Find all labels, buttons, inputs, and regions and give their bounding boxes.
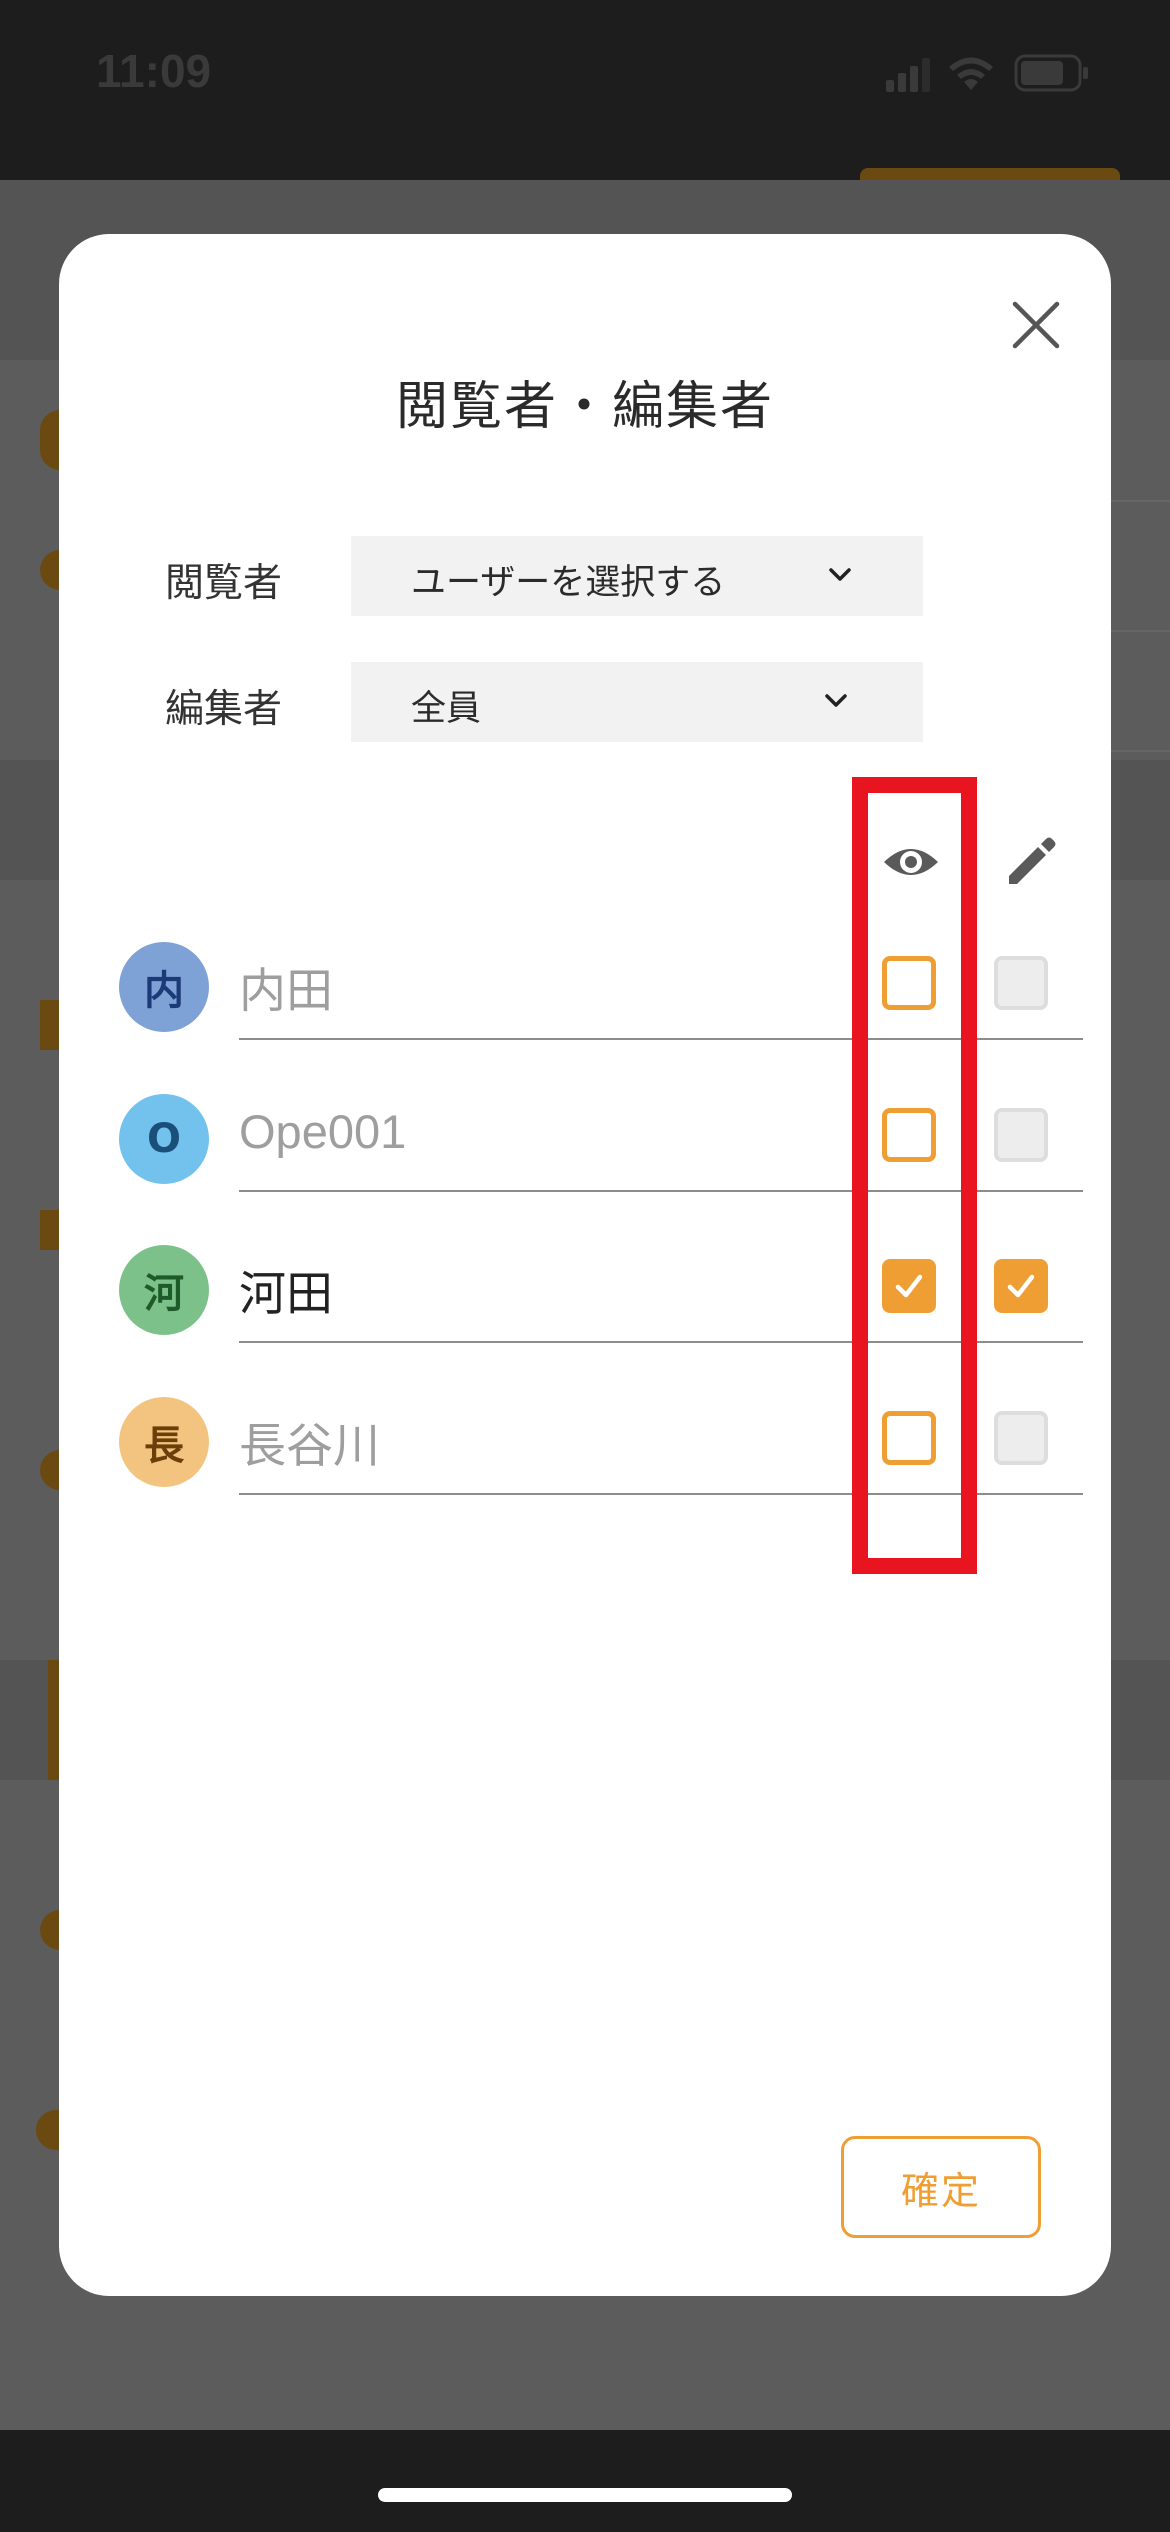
status-bar: 11:09 <box>0 0 1170 150</box>
viewer-label: 閲覧者 <box>165 561 283 606</box>
avatar: 長 <box>119 1397 209 1487</box>
home-indicator <box>378 2488 792 2502</box>
wifi-icon <box>949 57 993 90</box>
viewer-select-value: ユーザーを選択する <box>411 563 726 603</box>
modal-title: 閲覧者・編集者 <box>395 377 774 437</box>
editor-select-value: 全員 <box>411 689 482 729</box>
checkmark-icon <box>1007 1274 1035 1298</box>
chevron-down-icon <box>825 694 847 707</box>
avatar-initial: 河 <box>144 1271 184 1317</box>
background-icon <box>40 1910 60 1950</box>
avatar: O <box>119 1094 209 1184</box>
confirm-button[interactable]: 確定 <box>841 2136 1041 2238</box>
battery-icon <box>1014 54 1088 92</box>
background-icon <box>40 1210 60 1250</box>
background-accent-button <box>860 168 1120 180</box>
close-icon <box>1012 301 1060 349</box>
background-icon <box>36 2110 60 2150</box>
edit-checkbox[interactable] <box>994 1259 1048 1313</box>
background-icon <box>40 1000 60 1050</box>
editor-label: 編集者 <box>165 687 283 732</box>
avatar-initial: O <box>146 1116 181 1162</box>
background-icon <box>40 410 60 470</box>
background-divider <box>1111 750 1170 752</box>
cellular-signal-icon <box>886 58 930 92</box>
avatar: 河 <box>119 1245 209 1335</box>
chevron-down-icon <box>829 568 851 581</box>
user-name: Ope001 <box>239 1105 407 1158</box>
user-name: 内田 <box>239 964 333 1017</box>
avatar: 内 <box>119 942 209 1032</box>
avatar-initial: 内 <box>144 968 184 1014</box>
viewer-select[interactable]: ユーザーを選択する <box>351 536 923 616</box>
view-column-highlight <box>852 777 977 1574</box>
background-divider <box>1111 500 1170 502</box>
edit-checkbox[interactable] <box>994 1108 1048 1162</box>
user-name: 長谷川 <box>239 1419 380 1472</box>
status-icons <box>870 52 1170 102</box>
edit-checkbox[interactable] <box>994 1411 1048 1465</box>
close-button[interactable] <box>987 276 1085 374</box>
background-divider <box>1111 630 1170 632</box>
status-time: 11:09 <box>96 45 212 97</box>
background-icon <box>40 1450 60 1490</box>
background-icon <box>40 550 60 590</box>
avatar-initial: 長 <box>144 1423 184 1469</box>
user-name: 河田 <box>239 1267 333 1320</box>
edit-checkbox[interactable] <box>994 956 1048 1010</box>
editor-select[interactable]: 全員 <box>351 662 923 742</box>
pencil-icon <box>1009 837 1056 884</box>
